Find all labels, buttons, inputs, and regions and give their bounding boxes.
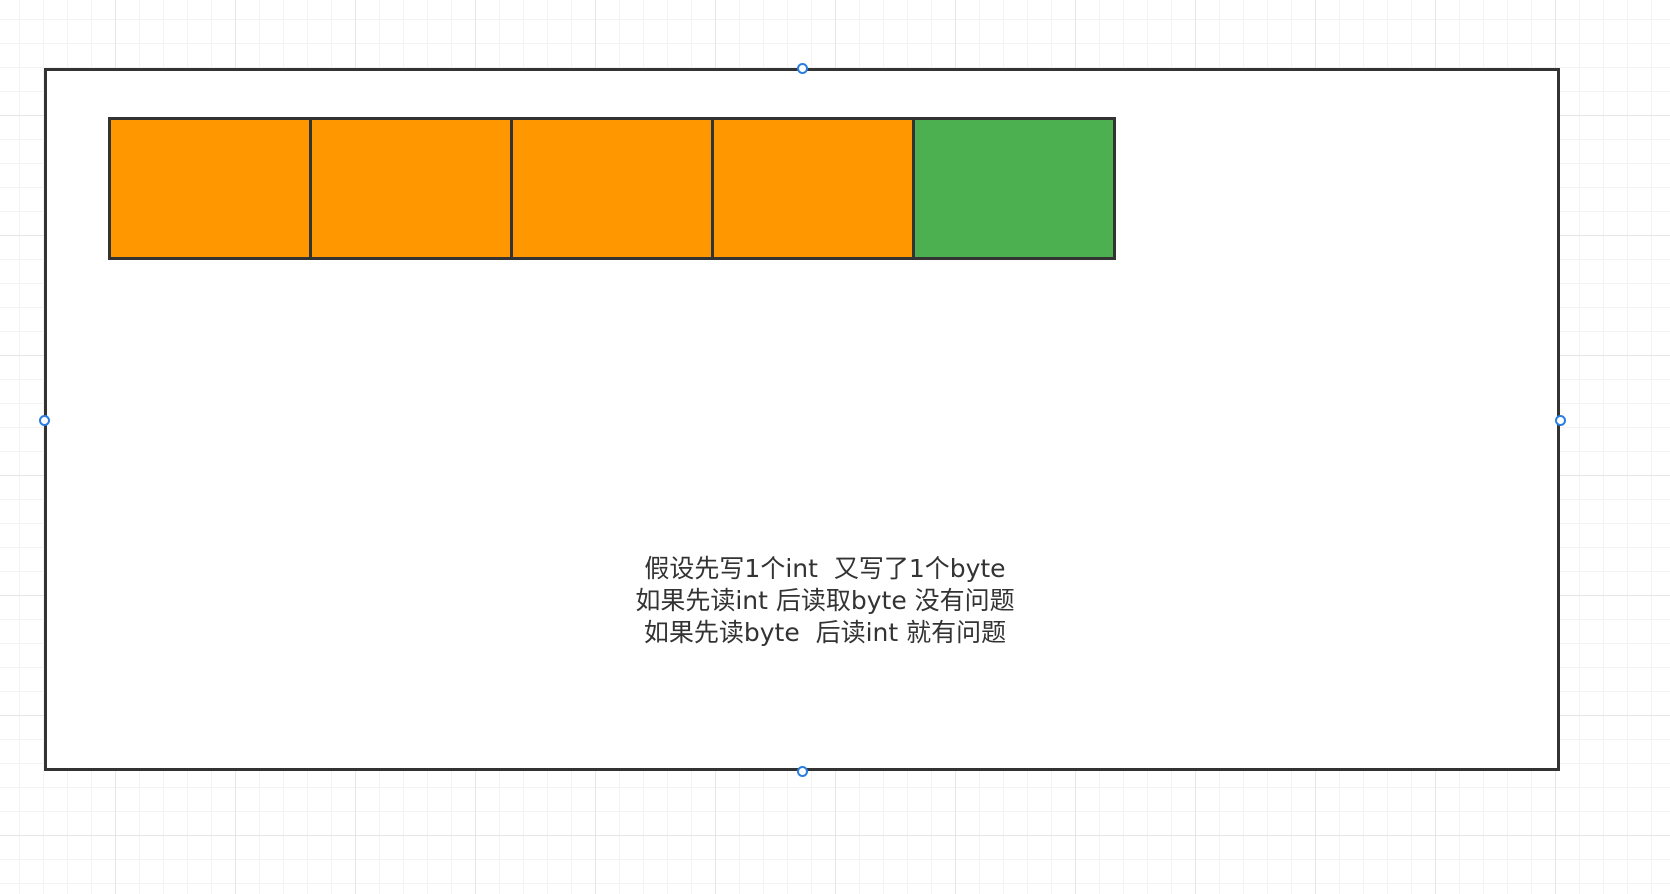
resize-handle-top[interactable] [797,63,808,74]
note-line-2: 如果先读int 后读取byte 没有问题 [635,586,1015,615]
note-line-3: 如果先读byte 后读int 就有问题 [643,618,1007,647]
resize-handle-right[interactable] [1555,415,1566,426]
int-byte-cell-4[interactable] [711,117,915,260]
int-byte-cell-3[interactable] [510,117,714,260]
resize-handle-left[interactable] [39,415,50,426]
resize-handle-bottom[interactable] [797,766,808,777]
int-byte-cell-2[interactable] [309,117,513,260]
diagram-canvas[interactable]: 假设先写1个int 又写了1个byte 如果先读int 后读取byte 没有问题… [0,0,1670,894]
note-text[interactable]: 假设先写1个int 又写了1个byte 如果先读int 后读取byte 没有问题… [560,553,1090,649]
byte-cell[interactable] [912,117,1116,260]
int-byte-cell-1[interactable] [108,117,312,260]
note-line-1: 假设先写1个int 又写了1个byte [644,554,1006,583]
